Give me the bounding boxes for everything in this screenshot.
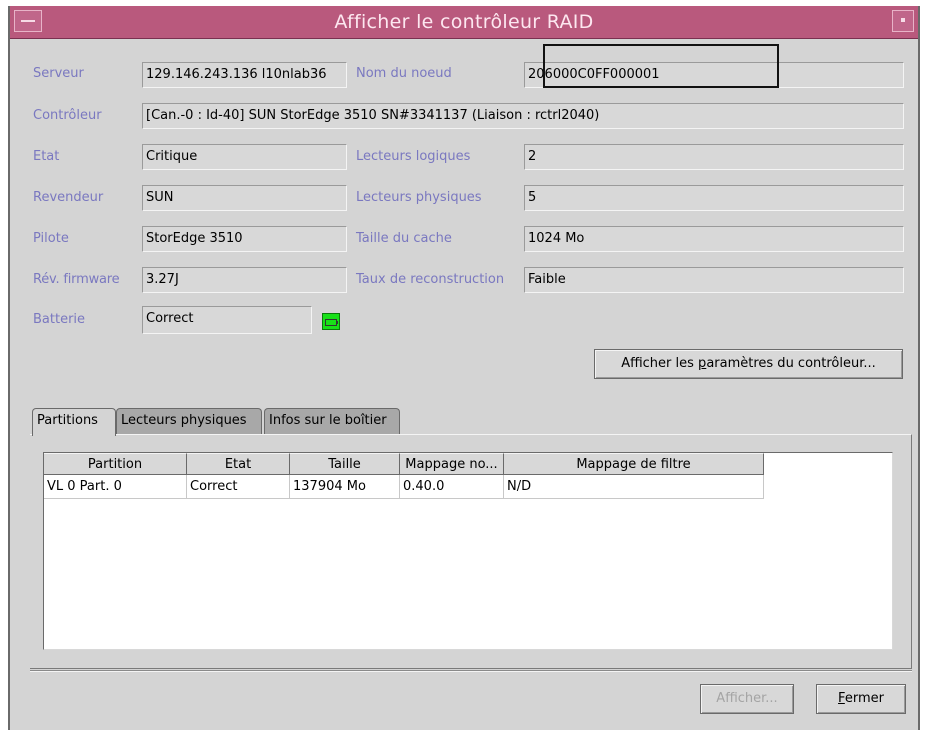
- rev-firmware-field: 3.27J: [142, 267, 347, 293]
- serveur-label: Serveur: [33, 66, 84, 81]
- nom-noeud-field: 206000C0FF000001: [524, 62, 904, 88]
- partitions-table[interactable]: Partition Etat Taille Mappage no... Mapp…: [43, 452, 893, 650]
- maximize-icon[interactable]: [892, 10, 914, 32]
- batterie-field: Correct: [142, 306, 312, 334]
- controller-parameters-button[interactable]: Afficher les paramètres du contrôleur...: [594, 349, 903, 379]
- controleur-label: Contrôleur: [33, 108, 102, 123]
- rev-firmware-label: Rév. firmware: [33, 272, 120, 287]
- revendeur-label: Revendeur: [33, 190, 104, 205]
- lecteurs-physiques-label: Lecteurs physiques: [356, 190, 482, 205]
- etat-label: Etat: [33, 149, 60, 164]
- batterie-label: Batterie: [33, 312, 86, 327]
- cell-mappage-noeud: 0.40.0: [400, 475, 504, 499]
- taille-cache-field: 1024 Mo: [524, 226, 904, 252]
- fermer-label-mnemonic: F: [838, 691, 845, 706]
- bottom-divider: [30, 670, 912, 672]
- taille-cache-label: Taille du cache: [356, 231, 452, 246]
- column-header-partition[interactable]: Partition: [44, 453, 187, 475]
- cell-taille: 137904 Mo: [290, 475, 400, 499]
- revendeur-field: SUN: [142, 185, 347, 211]
- lecteurs-logiques-field: 2: [524, 144, 904, 170]
- tab-partitions[interactable]: Partitions: [32, 408, 116, 436]
- serveur-field: 129.146.243.136 l10nlab36: [142, 62, 347, 88]
- params-label-pre: Afficher les: [621, 356, 699, 371]
- tab-infos-boitier[interactable]: Infos sur le boîtier: [264, 408, 400, 434]
- taux-reconstruction-label: Taux de reconstruction: [356, 272, 505, 287]
- taux-reconstruction-field: Faible: [524, 267, 904, 293]
- tab-lecteurs-physiques[interactable]: Lecteurs physiques: [116, 408, 262, 434]
- fermer-label-post: ermer: [844, 691, 884, 706]
- nom-noeud-label: Nom du noeud: [356, 66, 452, 81]
- cell-partition: VL 0 Part. 0: [44, 475, 187, 499]
- column-header-mappage-filtre[interactable]: Mappage de filtre: [504, 453, 764, 475]
- pilote-label: Pilote: [33, 231, 69, 246]
- battery-icon: [322, 313, 340, 330]
- column-header-taille[interactable]: Taille: [290, 453, 400, 475]
- column-header-etat[interactable]: Etat: [187, 453, 290, 475]
- cell-etat: Correct: [187, 475, 290, 499]
- afficher-button[interactable]: Afficher...: [700, 684, 794, 714]
- fermer-button[interactable]: Fermer: [816, 684, 906, 714]
- cell-mappage-filtre: N/D: [504, 475, 764, 499]
- lecteurs-logiques-label: Lecteurs logiques: [356, 149, 471, 164]
- params-label-post: aramètres du contrôleur...: [706, 356, 876, 371]
- pilote-field: StorEdge 3510: [142, 226, 347, 252]
- controleur-field: [Can.-0 : Id-40] SUN StorEdge 3510 SN#33…: [142, 103, 904, 129]
- column-header-mappage-noeud[interactable]: Mappage no...: [400, 453, 504, 475]
- lecteurs-physiques-field: 5: [524, 185, 904, 211]
- title-bar[interactable]: Afficher le contrôleur RAID: [10, 6, 918, 39]
- raid-controller-dialog: Afficher le contrôleur RAID Serveur 129.…: [8, 6, 920, 730]
- etat-field: Critique: [142, 144, 347, 170]
- window-title: Afficher le contrôleur RAID: [334, 11, 594, 33]
